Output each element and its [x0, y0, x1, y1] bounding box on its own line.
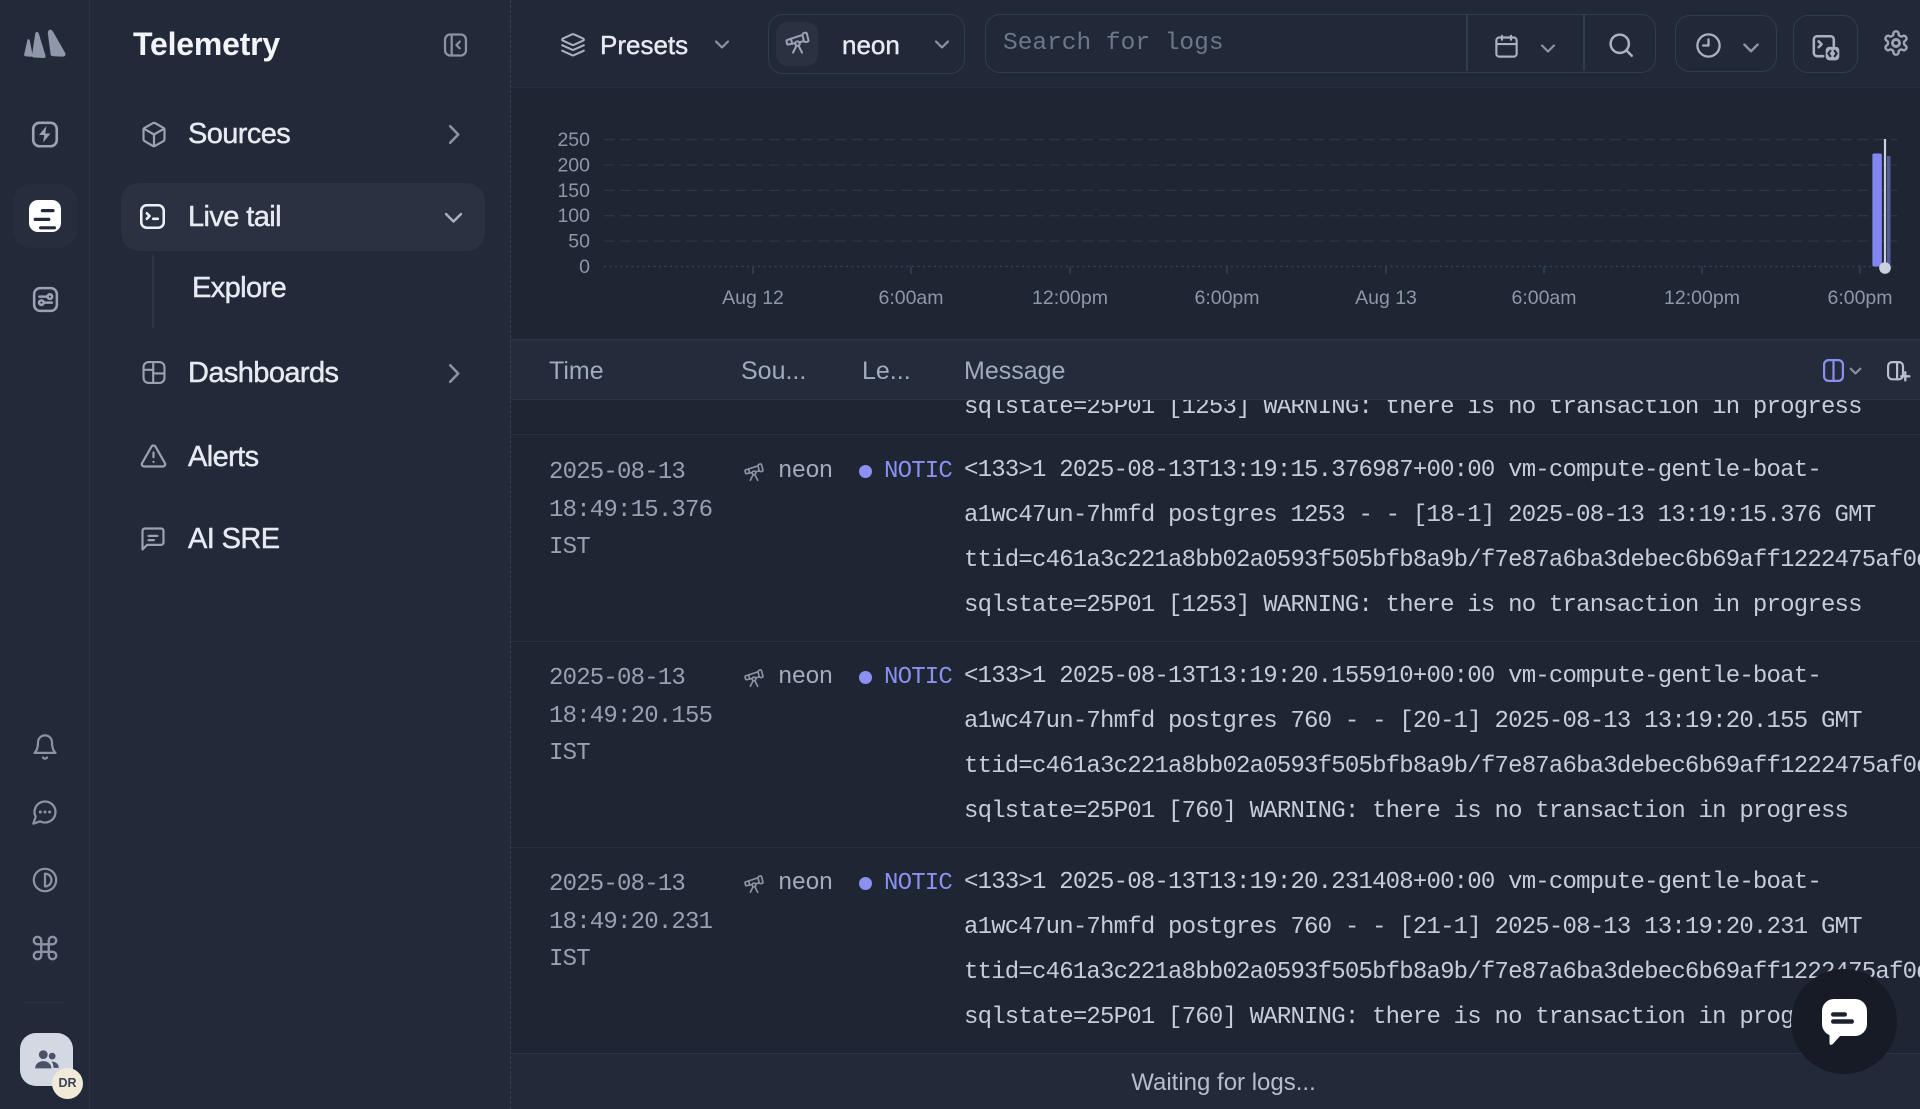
svg-text:Aug 13: Aug 13 — [1355, 287, 1417, 309]
svg-text:200: 200 — [557, 154, 590, 176]
svg-text:6:00am: 6:00am — [878, 287, 943, 309]
svg-text:12:00pm: 12:00pm — [1032, 287, 1108, 309]
svg-text:50: 50 — [568, 231, 590, 253]
svg-text:250: 250 — [557, 129, 590, 151]
svg-text:6:00pm: 6:00pm — [1194, 287, 1259, 309]
svg-text:100: 100 — [557, 205, 590, 227]
svg-text:6:00am: 6:00am — [1511, 287, 1576, 309]
svg-text:Aug 12: Aug 12 — [722, 287, 784, 309]
svg-text:150: 150 — [557, 180, 590, 202]
svg-text:0: 0 — [579, 256, 590, 278]
svg-text:12:00pm: 12:00pm — [1664, 287, 1740, 309]
svg-text:6:00pm: 6:00pm — [1827, 287, 1892, 309]
